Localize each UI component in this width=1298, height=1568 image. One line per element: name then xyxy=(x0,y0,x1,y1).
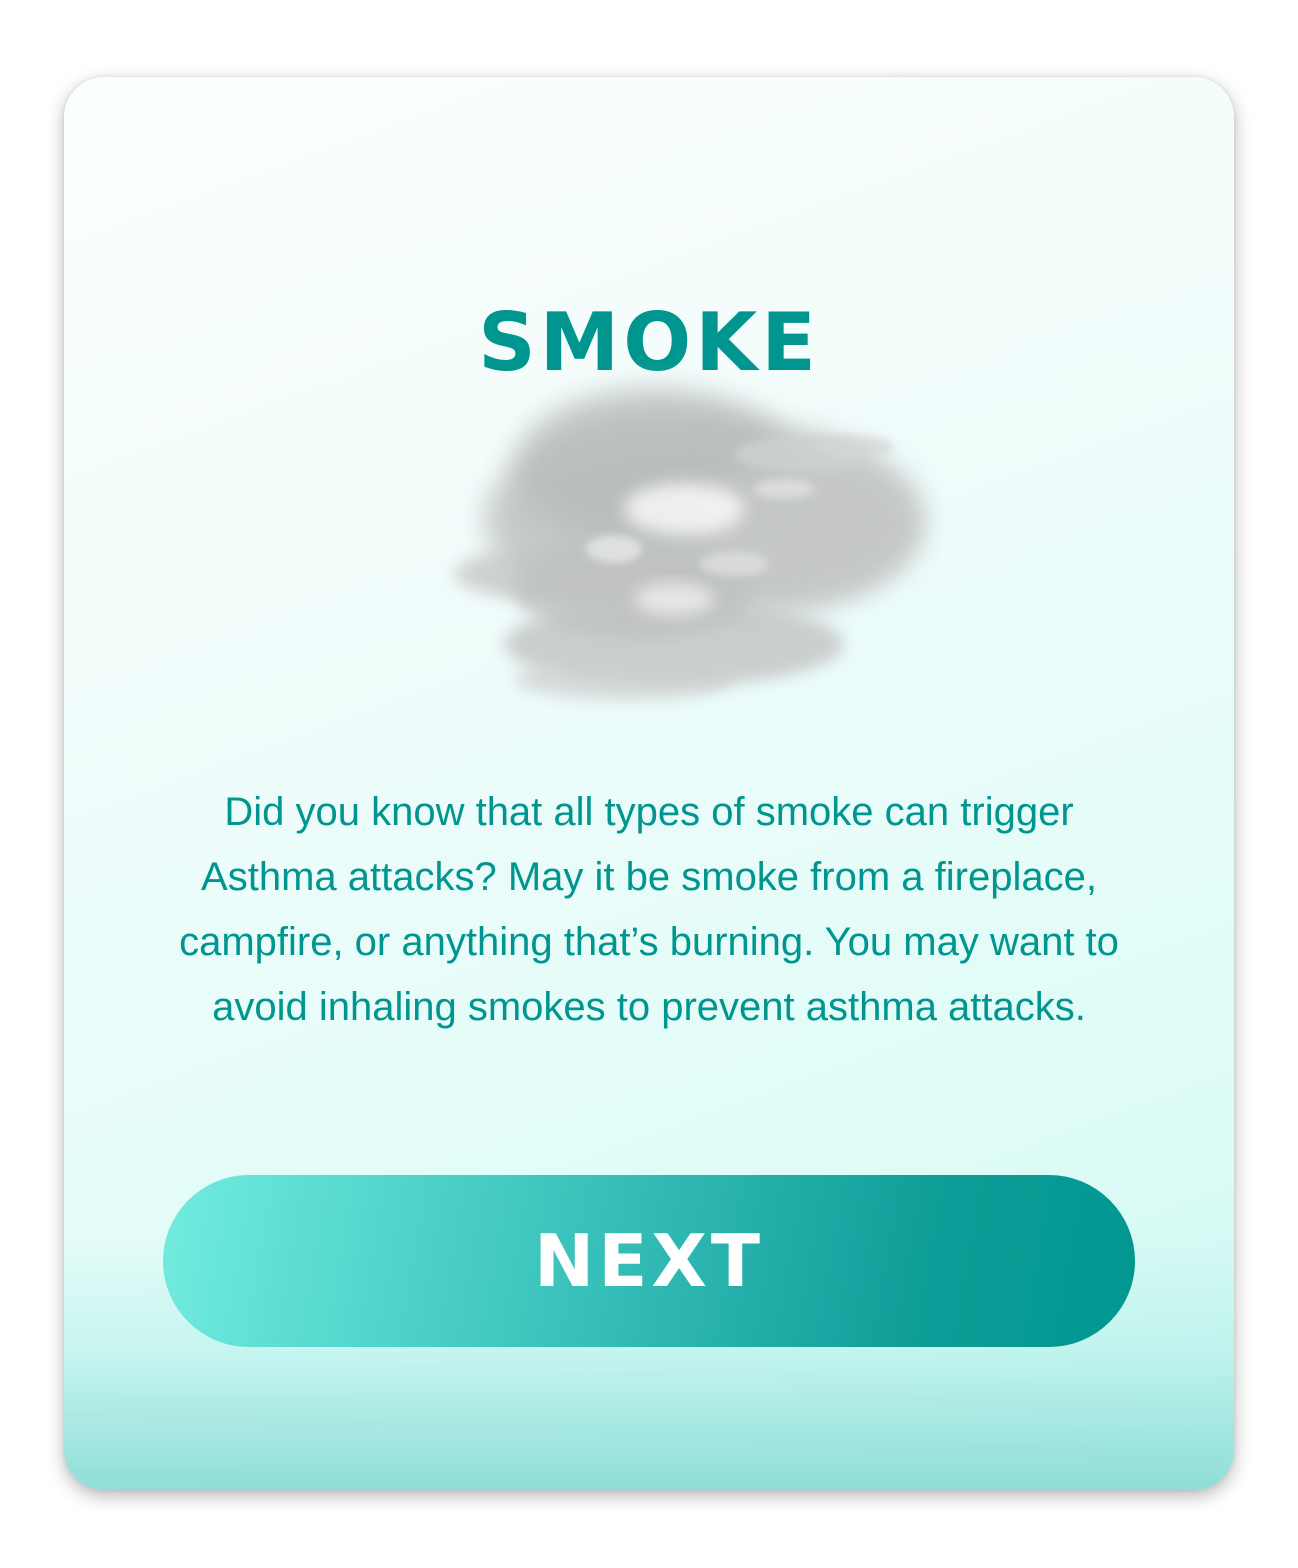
trigger-info-card: SMOKE Did you know that all types of smo… xyxy=(64,77,1234,1490)
next-button-label: NEXT xyxy=(533,1219,765,1303)
next-button[interactable]: NEXT xyxy=(163,1175,1135,1347)
smoke-cloud-icon xyxy=(454,389,924,701)
card-description: Did you know that all types of smoke can… xyxy=(179,790,1119,1029)
